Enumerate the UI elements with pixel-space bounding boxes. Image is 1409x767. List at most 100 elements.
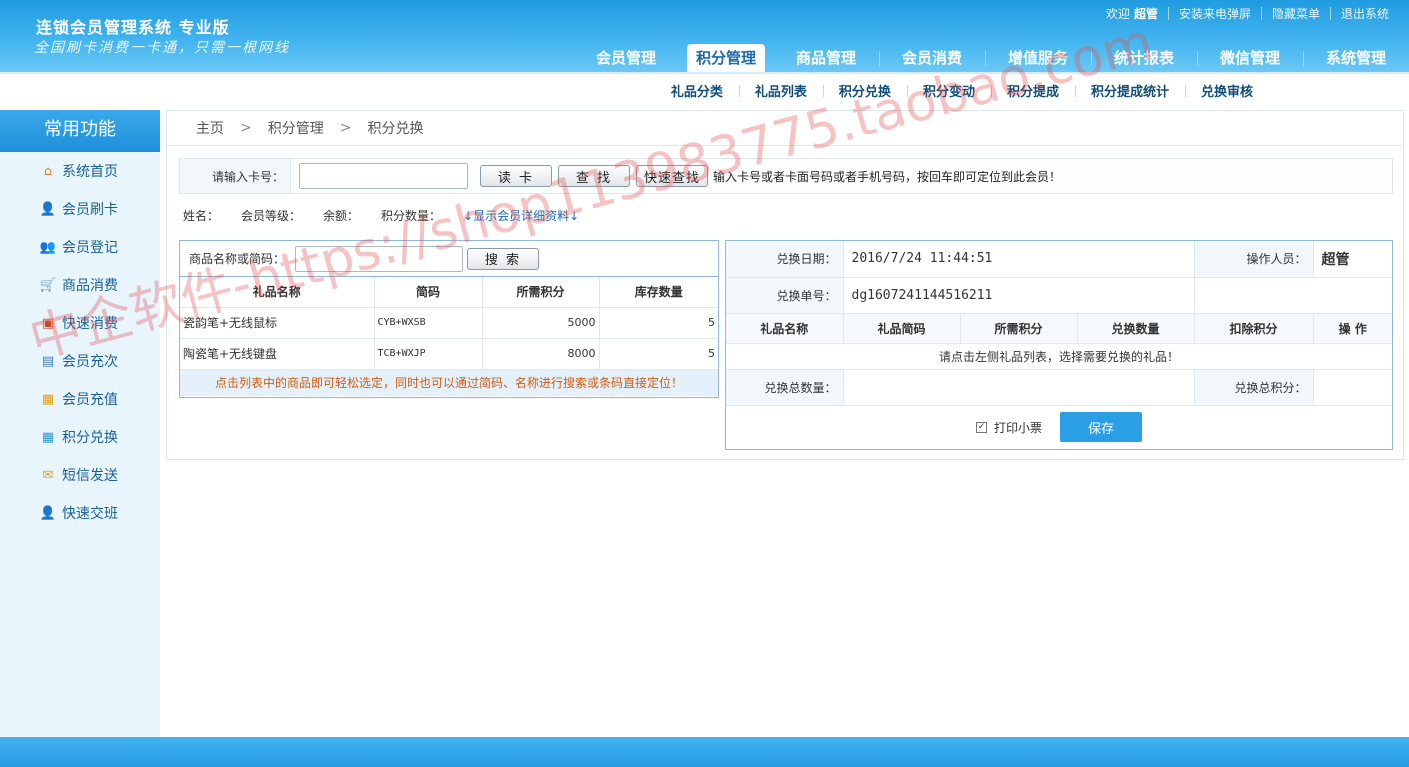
welcome-text: 欢迎 <box>1105 7 1130 21</box>
logout-link[interactable]: 退出系统 <box>1331 5 1399 22</box>
operator-value: 超管 <box>1313 241 1392 278</box>
coins-icon: ▦ <box>41 391 55 407</box>
breadcrumb-points[interactable]: 积分管理 <box>268 118 324 138</box>
print-receipt-checkbox[interactable]: ✓ <box>975 421 987 433</box>
order-number-value: dg1607241144516211 <box>843 277 1195 314</box>
find-button[interactable]: 查 找 <box>558 165 630 187</box>
column-header: 礼品名称 <box>726 313 844 344</box>
total-quantity-value <box>843 369 1195 406</box>
tab-member-management[interactable]: 会员管理 <box>573 44 679 72</box>
subnav-commission-stats[interactable]: 积分提成统计 <box>1074 81 1185 100</box>
user-swap-icon: 👤 <box>39 505 57 521</box>
sidebar-item-label: 商品消费 <box>62 278 118 294</box>
users-icon: 👥 <box>39 239 57 255</box>
sidebar: 常用功能 ⌂ 系统首页 👤 会员刷卡 👥 会员登记 🛒 商品消费 ▣ 快速消费 ▤ 会员充次 ▦ 会员充值… <box>0 110 160 737</box>
gift-table: 礼品名称 简码 所需积分 库存数量 瓷韵笔+无线鼠标 CYB+WXSB 5000… <box>180 277 718 370</box>
subnav-points-change[interactable]: 积分变动 <box>906 81 991 100</box>
exchange-date-value: 2016/7/24 11:44:51 <box>843 241 1195 278</box>
breadcrumb-home[interactable]: 主页 <box>196 118 224 138</box>
sidebar-item[interactable]: 👤 快速交班 <box>0 494 160 532</box>
exchange-panel: 兑换日期： 2016/7/24 11:44:51 操作人员： 超管 兑换单号： … <box>725 240 1393 450</box>
save-row: ✓ 打印小票 保存 <box>726 407 1392 447</box>
total-quantity-label: 兑换总数量： <box>726 369 844 406</box>
tab-value-added-services[interactable]: 增值服务 <box>985 44 1091 72</box>
sidebar-item-label: 会员刷卡 <box>62 202 118 218</box>
card-number-label: 请输入卡号： <box>211 169 284 184</box>
sidebar-item-label: 会员登记 <box>62 240 118 256</box>
chevron-right-icon: > <box>339 120 352 136</box>
exchange-empty-hint: 请点击左侧礼品列表，选择需要兑换的礼品！ <box>726 343 1392 370</box>
gift-code-cell: CYB+WXSB <box>374 307 483 339</box>
mail-icon: ✉ <box>42 467 54 483</box>
sidebar-item-label: 快速消费 <box>62 316 118 332</box>
quick-find-button[interactable]: 快速查找 <box>636 165 708 187</box>
tab-system-management[interactable]: 系统管理 <box>1303 44 1409 72</box>
gift-search-button[interactable]: 搜 索 <box>467 247 539 270</box>
tab-points-management[interactable]: 积分管理 <box>687 44 765 72</box>
gift-list-tip: 点击列表中的商品即可轻松选定，同时也可以通过简码、名称进行搜索或条码直接定位！ <box>180 369 718 396</box>
subnav-points-exchange[interactable]: 积分兑换 <box>822 81 907 100</box>
card-search-hint: 输入卡号或者卡面号码或者手机号码，按回车即可定位到此会员！ <box>713 169 1062 184</box>
column-header: 简码 <box>374 277 483 308</box>
empty-cell <box>1194 277 1392 314</box>
breadcrumb-current: 积分兑换 <box>367 121 424 137</box>
exchange-date-label: 兑换日期： <box>726 241 844 278</box>
gift-points-cell: 5000 <box>482 307 600 339</box>
subnav-points-commission[interactable]: 积分提成 <box>990 81 1075 100</box>
sidebar-item[interactable]: ✉ 短信发送 <box>0 456 160 494</box>
table-row[interactable]: 陶瓷笔+无线键盘 TCB+WXJP 8000 5 <box>180 338 718 370</box>
gift-search-input[interactable] <box>295 245 463 272</box>
install-popup-link[interactable]: 安装来电弹屏 <box>1169 5 1261 22</box>
top-nav: 会员管理 积分管理 商品管理 会员消费 增值服务 统计报表 微信管理 系统管理 <box>573 44 1409 72</box>
save-button[interactable]: 保存 <box>1060 412 1142 442</box>
sidebar-item[interactable]: ▤ 会员充次 <box>0 342 160 380</box>
column-header: 操 作 <box>1313 313 1392 344</box>
column-header: 礼品名称 <box>180 277 375 308</box>
exchange-table: 兑换日期： 2016/7/24 11:44:51 操作人员： 超管 兑换单号： … <box>726 241 1392 406</box>
gift-points-cell: 8000 <box>482 338 600 370</box>
sidebar-item[interactable]: 👥 会员登记 <box>0 228 160 266</box>
card-search-bar: 请输入卡号： 读 卡 查 找 快速查找 输入卡号或者卡面号码或者手机号码，按回车… <box>179 158 1393 194</box>
sidebar-item-label: 系统首页 <box>62 164 118 180</box>
hide-menu-link[interactable]: 隐藏菜单 <box>1262 5 1330 22</box>
printer-icon: ▤ <box>41 353 55 369</box>
table-row[interactable]: 瓷韵笔+无线鼠标 CYB+WXSB 5000 5 <box>180 307 718 339</box>
sidebar-item[interactable]: ▣ 快速消费 <box>0 304 160 342</box>
sidebar-item[interactable]: ▦ 会员充值 <box>0 380 160 418</box>
sidebar-item[interactable]: 👤 会员刷卡 <box>0 190 160 228</box>
sidebar-item[interactable]: ▦ 积分兑换 <box>0 418 160 456</box>
breadcrumb: 主页 > 积分管理 > 积分兑换 <box>167 111 1403 146</box>
member-balance-label: 余额： <box>323 209 360 223</box>
sidebar-item-label: 短信发送 <box>62 468 118 484</box>
member-points-label: 积分数量： <box>381 209 442 223</box>
gift-list-panel: 商品名称或简码： 搜 索 礼品名称 简码 所需积分 库存数量 瓷韵笔+无线鼠标 … <box>179 240 719 398</box>
chevron-right-icon: > <box>240 120 252 136</box>
sidebar-item-label: 会员充值 <box>62 392 118 408</box>
subnav-exchange-review[interactable]: 兑换审核 <box>1184 81 1269 100</box>
gift-name-cell: 瓷韵笔+无线鼠标 <box>180 307 375 339</box>
tab-wechat-management[interactable]: 微信管理 <box>1197 44 1303 72</box>
sidebar-item[interactable]: ⌂ 系统首页 <box>0 152 160 190</box>
read-card-button[interactable]: 读 卡 <box>480 165 552 187</box>
tab-member-consumption[interactable]: 会员消费 <box>879 44 985 72</box>
app-header: 连锁会员管理系统 专业版 全国刷卡消费一卡通，只需一根网线 欢迎 超管 安装来电… <box>0 0 1409 72</box>
column-header: 库存数量 <box>599 277 718 308</box>
tab-product-management[interactable]: 商品管理 <box>773 44 879 72</box>
tab-statistics-reports[interactable]: 统计报表 <box>1091 44 1197 72</box>
column-header: 兑换数量 <box>1077 313 1195 344</box>
chart-icon: ▣ <box>41 315 55 331</box>
subnav-gift-list[interactable]: 礼品列表 <box>738 81 823 100</box>
sidebar-item[interactable]: 🛒 商品消费 <box>0 266 160 304</box>
operator-label: 操作人员： <box>1194 241 1314 278</box>
main-content: 主页 > 积分管理 > 积分兑换 请输入卡号： 读 卡 查 找 快速查找 输入卡… <box>166 110 1404 460</box>
sidebar-item-label: 会员充次 <box>62 354 118 370</box>
show-member-detail-link[interactable]: ↓显示会员详细资料↓ <box>463 207 579 224</box>
subnav-gift-category[interactable]: 礼品分类 <box>655 81 739 100</box>
gift-name-cell: 陶瓷笔+无线键盘 <box>180 338 375 370</box>
total-points-label: 兑换总积分： <box>1194 369 1314 406</box>
sidebar-title: 常用功能 <box>0 110 160 152</box>
gift-code-cell: TCB+WXJP <box>374 338 483 370</box>
gift-search-label: 商品名称或简码： <box>188 252 285 266</box>
column-header: 礼品简码 <box>843 313 961 344</box>
card-number-input[interactable] <box>299 163 468 189</box>
